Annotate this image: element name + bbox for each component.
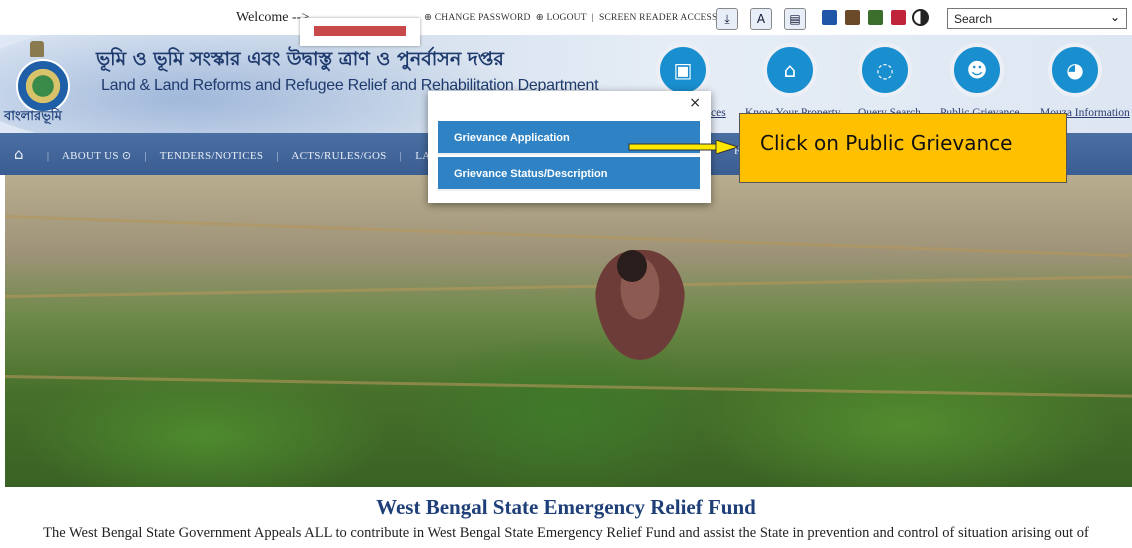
theme-brown-swatch[interactable] — [845, 10, 860, 25]
home-nav-icon[interactable]: ⌂ — [14, 145, 24, 163]
grievance-status-item[interactable]: Grievance Status/Description — [438, 157, 700, 191]
chevron-down-icon: ⊙ — [121, 150, 132, 162]
annotation-arrow — [628, 140, 738, 154]
nav-about-us[interactable]: ABOUT US — [62, 150, 119, 162]
key-icon: ⊕ — [424, 13, 433, 23]
logout-icon: ⊕ — [535, 13, 544, 23]
hero-image — [5, 175, 1132, 487]
id-card-icon[interactable]: ▣ — [656, 43, 710, 97]
welcome-text: Welcome --> — [236, 10, 310, 25]
search-select[interactable]: Search ⌄ — [947, 8, 1127, 29]
account-links: ⊕ CHANGE PASSWORD ⊕ LOGOUT | SCREEN READ… — [424, 13, 718, 23]
home-icon[interactable]: ⌂ — [763, 43, 817, 97]
nav-tenders-notices[interactable]: TENDERS/NOTICES — [160, 150, 264, 162]
text-language-icon[interactable]: ▤ — [784, 8, 806, 30]
title-bengali: ভূমি ও ভূমি সংস্কার এবং উদ্বাস্তু ত্রাণ … — [96, 48, 504, 70]
logout-link[interactable]: LOGOUT — [546, 13, 586, 23]
font-size-icon[interactable]: A — [750, 8, 772, 30]
screen-reader-link[interactable]: SCREEN READER ACCESS — [599, 13, 718, 23]
annotation-text: Click on Public Grievance — [760, 131, 1013, 155]
chat-icon[interactable]: ◌ — [858, 43, 912, 97]
redacted-username — [300, 18, 420, 46]
theme-green-swatch[interactable] — [868, 10, 883, 25]
users-icon[interactable]: ☻ — [950, 43, 1004, 97]
relief-fund-title: West Bengal State Emergency Relief Fund — [376, 495, 756, 519]
annotation-callout: Click on Public Grievance — [739, 113, 1067, 183]
quick-link-services[interactable]: ces — [711, 107, 726, 119]
logo-text: বাংলারভূমি — [4, 109, 62, 124]
change-password-link[interactable]: CHANGE PASSWORD — [435, 13, 531, 23]
top-bar: Welcome --> ⊕ CHANGE PASSWORD ⊕ LOGOUT |… — [0, 0, 1132, 46]
nav-acts-rules-gos[interactable]: ACTS/RULES/GOS — [291, 150, 386, 162]
globe-icon[interactable]: ◕ — [1048, 43, 1102, 97]
theme-red-swatch[interactable] — [891, 10, 906, 25]
download-icon[interactable]: ⤓ — [716, 8, 738, 30]
close-icon[interactable]: × — [689, 95, 701, 111]
chevron-down-icon: ⌄ — [1109, 10, 1120, 24]
department-logo[interactable] — [16, 59, 70, 113]
contrast-icon[interactable] — [912, 9, 929, 26]
state-emblem — [30, 41, 44, 57]
theme-blue-swatch[interactable] — [822, 10, 837, 25]
relief-fund-text: The West Bengal State Government Appeals… — [43, 525, 1089, 541]
